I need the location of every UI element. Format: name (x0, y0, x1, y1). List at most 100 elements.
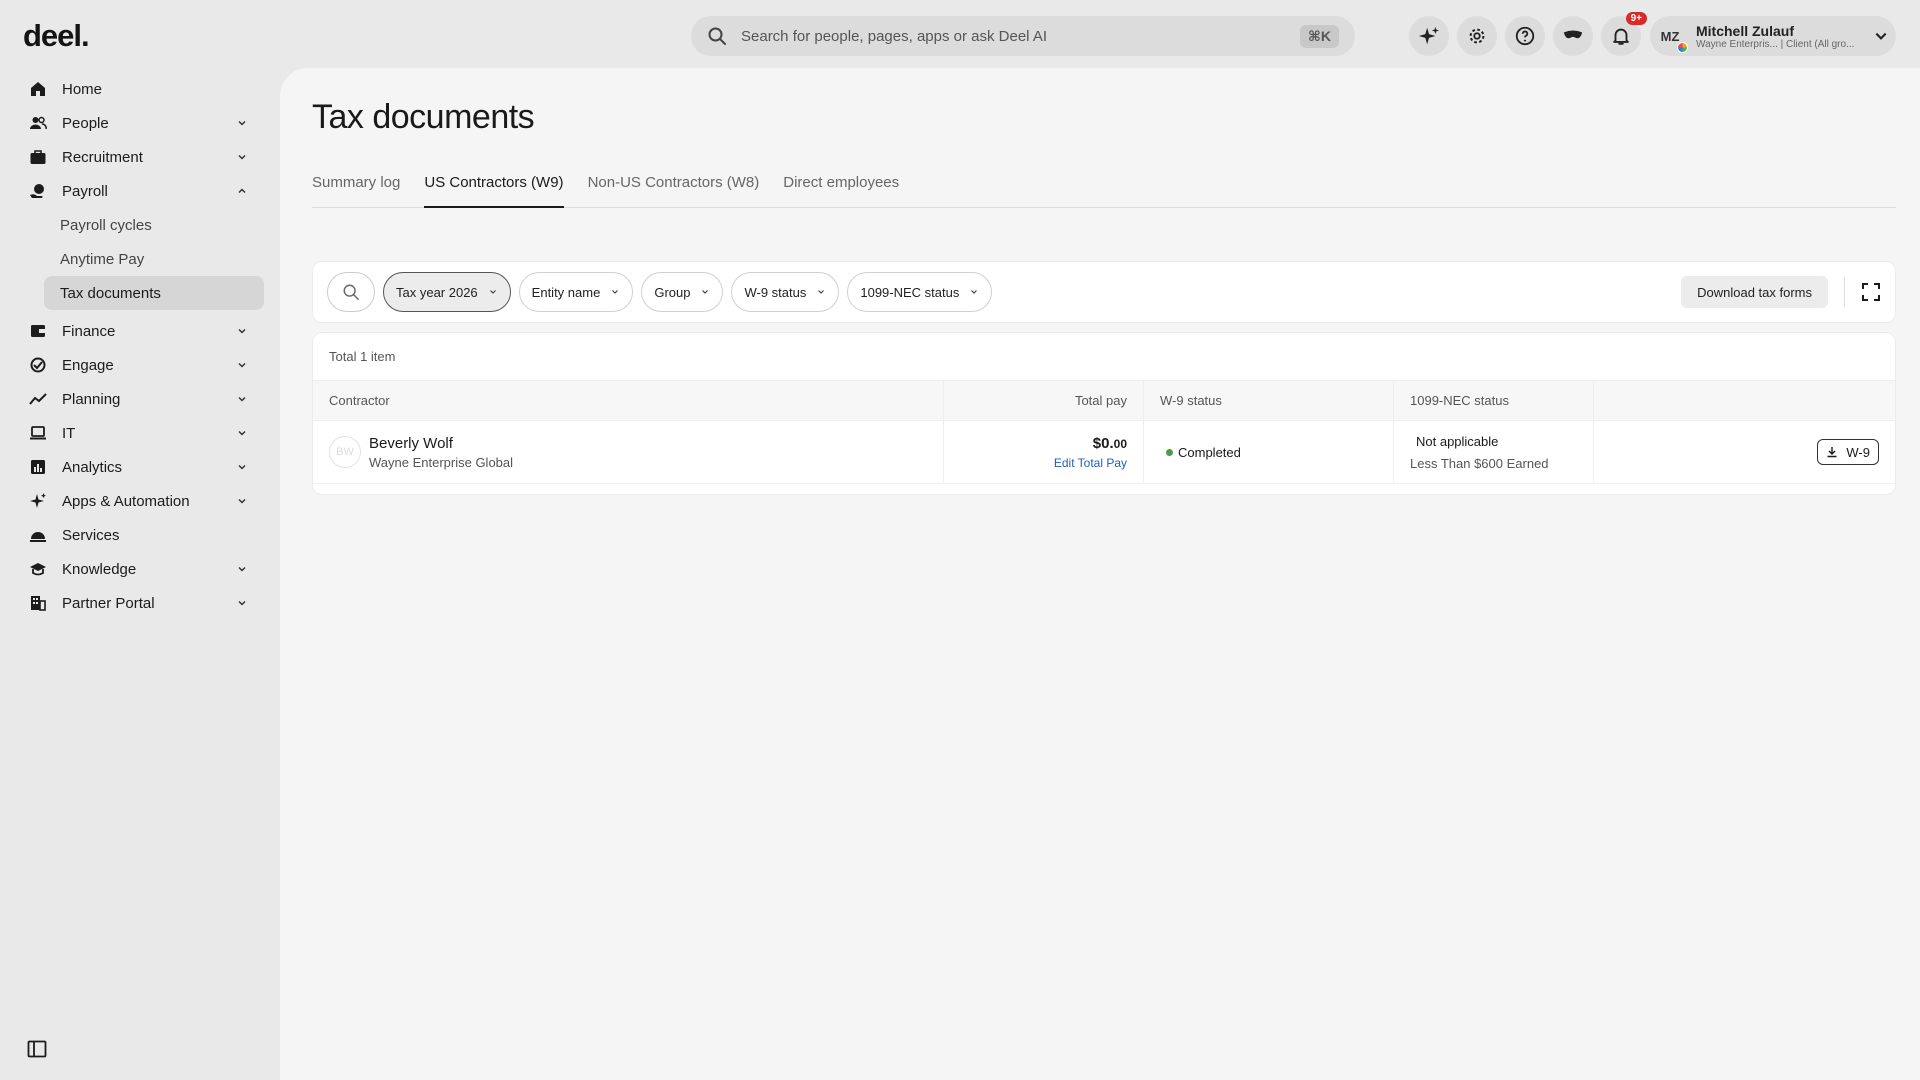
column-header-total-pay[interactable]: Total pay (944, 381, 1144, 420)
sparkle-icon (1418, 26, 1440, 45)
chevron-down-icon (238, 154, 246, 160)
filter-bar: Tax year 2026 Entity name Group W-9 stat… (312, 261, 1896, 323)
column-header-actions (1594, 381, 1895, 420)
download-icon (1827, 447, 1837, 458)
help-button[interactable] (1505, 16, 1545, 56)
search-icon (707, 26, 727, 46)
sidebar-item-planning[interactable]: Planning (0, 382, 280, 416)
sidebar-item-it[interactable]: IT (0, 416, 280, 450)
sidebar-item-home[interactable]: Home (0, 72, 280, 106)
nec-status-cell: Not applicable Less Than $600 Earned (1394, 421, 1594, 483)
sidebar-item-people[interactable]: People (0, 106, 280, 140)
download-tax-forms-button[interactable]: Download tax forms (1681, 276, 1828, 308)
table-row[interactable]: BW Beverly Wolf Wayne Enterprise Global … (313, 421, 1895, 484)
main-panel: Tax documents Summary log US Contractors… (280, 68, 1920, 1080)
search-icon (343, 284, 359, 300)
search-input[interactable]: Search for people, pages, apps or ask De… (741, 28, 1300, 45)
column-header-w9-status[interactable]: W-9 status (1144, 381, 1394, 420)
sidebar-item-label: Finance (62, 322, 116, 340)
bar-chart-icon (28, 457, 48, 477)
contractor-entity: Wayne Enterprise Global (369, 454, 514, 470)
sidebar-item-label: Recruitment (62, 148, 143, 166)
w9-status-cell: Completed (1144, 421, 1394, 483)
tab-direct-employees[interactable]: Direct employees (783, 172, 899, 208)
sidebar: Home People Recruitment Payroll Payroll … (0, 72, 280, 620)
sidebar-item-label: Payroll (62, 182, 108, 200)
contractor-cell: BW Beverly Wolf Wayne Enterprise Global (313, 421, 944, 483)
fullscreen-icon[interactable] (1861, 282, 1881, 302)
sidebar-item-apps-automation[interactable]: Apps & Automation (0, 484, 280, 518)
chevron-down-icon (238, 328, 246, 334)
column-header-contractor[interactable]: Contractor (313, 381, 944, 420)
sidebar-item-finance[interactable]: Finance (0, 314, 280, 348)
table-search-button[interactable] (327, 272, 375, 312)
notification-badge: 9+ (1625, 12, 1647, 25)
filter-label: Group (654, 284, 691, 300)
sidebar-item-label: Planning (62, 390, 121, 408)
w9-status-badge: Completed (1178, 444, 1241, 460)
filter-label: Entity name (531, 284, 601, 300)
ai-sparkle-button[interactable] (1409, 16, 1449, 56)
filter-entity-name[interactable]: Entity name (518, 272, 634, 312)
perks-button[interactable] (1553, 16, 1593, 56)
chevron-down-icon (238, 464, 246, 470)
sidebar-item-knowledge[interactable]: Knowledge (0, 552, 280, 586)
global-search-bar[interactable]: Search for people, pages, apps or ask De… (691, 16, 1355, 56)
chevron-down-icon (1875, 32, 1887, 40)
chevron-down-icon (238, 396, 246, 402)
avatar: BW (329, 436, 361, 468)
sidebar-item-label: Home (62, 80, 103, 98)
tab-summary-log[interactable]: Summary log (312, 172, 400, 208)
table-header: Contractor Total pay W-9 status 1099-NEC… (313, 381, 1895, 421)
sidebar-item-label: Apps & Automation (62, 492, 190, 510)
column-header-1099-nec-status[interactable]: 1099-NEC status (1394, 381, 1594, 420)
chevron-down-icon (238, 600, 246, 606)
org-badge (1677, 42, 1688, 53)
deel-logo[interactable]: deel. (23, 18, 90, 54)
divider (1844, 277, 1845, 307)
filter-label: Tax year 2026 (396, 284, 478, 300)
contractor-name[interactable]: Beverly Wolf (369, 435, 513, 452)
graduation-cap-icon (28, 559, 48, 579)
filter-group[interactable]: Group (641, 272, 724, 312)
help-icon (1515, 26, 1535, 46)
sidebar-item-recruitment[interactable]: Recruitment (0, 140, 280, 174)
sidebar-item-label: Knowledge (62, 560, 137, 578)
filter-1099-nec-status[interactable]: 1099-NEC status (847, 272, 993, 312)
settings-button[interactable] (1457, 16, 1497, 56)
sidebar-item-label: Partner Portal (62, 594, 155, 612)
contractors-table: Total 1 item Contractor Total pay W-9 st… (312, 332, 1896, 495)
sidebar-subitem-tax-documents[interactable]: Tax documents (44, 276, 264, 310)
sidebar-item-analytics[interactable]: Analytics (0, 450, 280, 484)
gear-icon (1469, 28, 1485, 44)
edit-total-pay-link[interactable]: Edit Total Pay (1054, 456, 1127, 470)
payroll-icon (28, 181, 48, 201)
filter-tax-year[interactable]: Tax year 2026 (383, 272, 511, 312)
notifications-button[interactable]: 9+ (1601, 12, 1647, 56)
chevron-down-icon (238, 566, 246, 572)
sidebar-item-partner-portal[interactable]: Partner Portal (0, 586, 280, 620)
tab-non-us-contractors-w8[interactable]: Non-US Contractors (W8) (588, 172, 760, 208)
bell-icon (1613, 28, 1629, 45)
filter-label: 1099-NEC status (860, 284, 960, 300)
chevron-down-icon (489, 290, 496, 294)
sidebar-collapse-icon[interactable] (27, 1039, 47, 1059)
sidebar-subitem-anytime-pay[interactable]: Anytime Pay (44, 242, 264, 276)
sidebar-subitem-payroll-cycles[interactable]: Payroll cycles (44, 208, 264, 242)
filter-w9-status[interactable]: W-9 status (731, 272, 840, 312)
avatar-initials: MZ (1660, 28, 1680, 44)
user-org: Wayne Enterpris... | Client (All gro... (1696, 38, 1855, 50)
chevron-down-icon (702, 290, 709, 294)
download-w9-button[interactable]: W-9 (1817, 439, 1879, 465)
sidebar-item-services[interactable]: Services (0, 518, 280, 552)
chevron-down-icon (238, 430, 246, 436)
chevron-down-icon (238, 498, 246, 504)
total-count: Total 1 item (313, 333, 1895, 381)
tab-us-contractors-w9[interactable]: US Contractors (W9) (424, 172, 564, 208)
sidebar-item-label: IT (62, 424, 76, 442)
user-menu[interactable]: MZ Mitchell Zulauf Wayne Enterpris... | … (1650, 16, 1896, 56)
sidebar-item-payroll[interactable]: Payroll (0, 174, 280, 208)
search-shortcut: ⌘K (1299, 24, 1339, 48)
sidebar-item-label: Engage (62, 356, 114, 374)
sidebar-item-engage[interactable]: Engage (0, 348, 280, 382)
